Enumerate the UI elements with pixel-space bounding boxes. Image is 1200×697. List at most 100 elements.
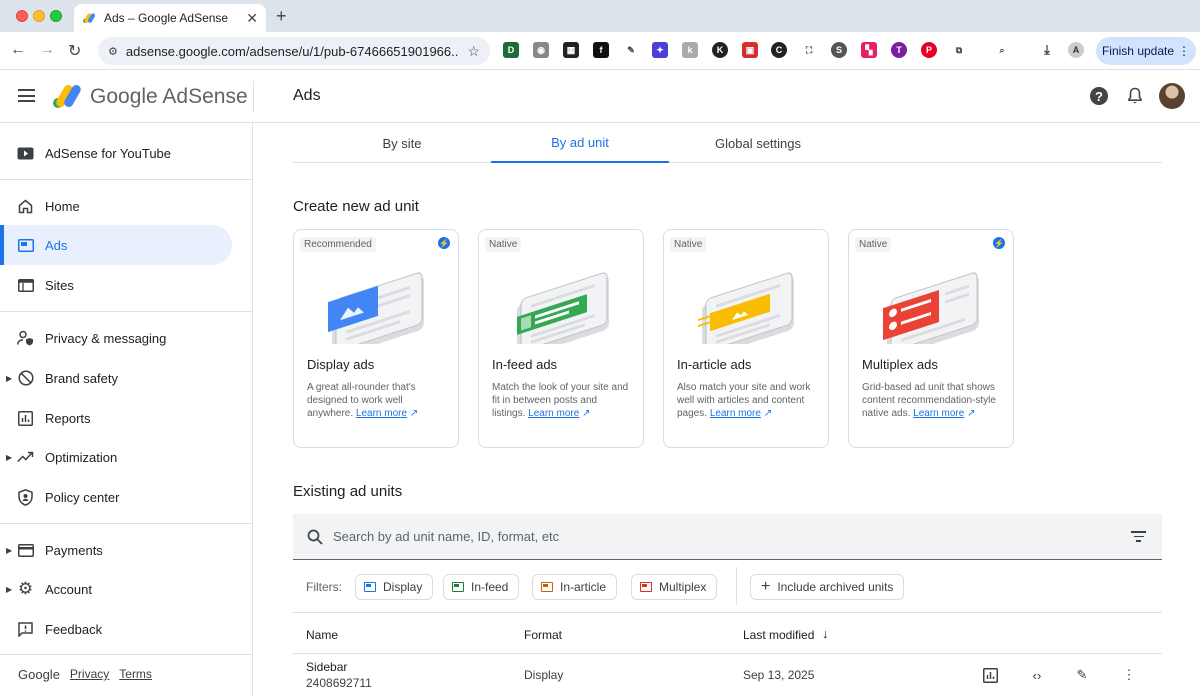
display-ads-card[interactable]: Recommended ⚡ Display ads A great all-ro…: [293, 229, 459, 448]
profile-icon[interactable]: A: [1068, 42, 1084, 58]
learn-more-link[interactable]: Learn more: [356, 408, 407, 419]
finish-update-button[interactable]: Finish update ⋮: [1096, 37, 1196, 65]
screenshot-extension-icon[interactable]: ⛶: [801, 42, 817, 58]
column-header-name[interactable]: Name: [306, 628, 338, 642]
adsense-logo-icon[interactable]: [52, 83, 82, 109]
edit-pencil-icon[interactable]: ✎: [1074, 667, 1090, 683]
column-header-format[interactable]: Format: [524, 628, 562, 642]
in-article-ads-card[interactable]: Native In-article ads Also match your si…: [663, 229, 829, 448]
extensions-puzzle-icon[interactable]: ⧉: [951, 42, 967, 58]
brand-name[interactable]: Google AdSense: [90, 85, 248, 109]
search-tabs-icon[interactable]: ⌕: [994, 42, 1010, 58]
more-actions-icon[interactable]: ⋮: [1121, 667, 1137, 683]
filter-chip-in-article[interactable]: In-article: [532, 574, 618, 600]
in-article-format-icon: [541, 582, 553, 592]
filter-chip-in-feed[interactable]: In-feed: [443, 574, 520, 600]
multiplex-ads-card[interactable]: Native ⚡ Multiplex ads Grid-based ad uni…: [848, 229, 1014, 448]
sidebar-item-home[interactable]: Home: [0, 186, 232, 226]
get-code-icon[interactable]: ‹›: [1028, 667, 1046, 683]
filter-chip-multiplex[interactable]: Multiplex: [631, 574, 718, 600]
filter-chip-display[interactable]: Display: [355, 574, 434, 600]
extension-c-icon[interactable]: C: [771, 42, 787, 58]
learn-more-link[interactable]: Learn more: [710, 408, 761, 419]
column-header-last-modified[interactable]: Last modified: [743, 628, 814, 642]
extension-gray-icon[interactable]: k: [682, 42, 698, 58]
extension-s-icon[interactable]: S: [831, 42, 847, 58]
expand-caret-icon[interactable]: ▶: [6, 453, 12, 462]
sidebar-item-feedback[interactable]: Feedback: [0, 609, 232, 649]
youtube-icon: [17, 145, 34, 162]
pinterest-icon[interactable]: P: [921, 42, 937, 58]
close-tab-icon[interactable]: ✕: [246, 10, 258, 27]
footer-google: Google: [18, 667, 60, 682]
download-icon[interactable]: ⤓: [1039, 42, 1055, 58]
chip-label: In-feed: [471, 580, 509, 594]
sidebar-item-payments[interactable]: ▶ Payments: [0, 530, 232, 570]
table-row[interactable]: Sidebar 2408692711 Display Sep 13, 2025 …: [293, 655, 1162, 697]
extension-dis-icon[interactable]: D: [503, 42, 519, 58]
sidebar-item-policy-center[interactable]: Policy center: [0, 477, 232, 517]
card-description: A great all-rounder that's designed to w…: [307, 381, 447, 420]
extension-color-icon[interactable]: ▚: [861, 42, 877, 58]
sidebar-item-sites[interactable]: Sites: [0, 265, 232, 305]
sidebar-item-label: Optimization: [45, 449, 118, 465]
tab-by-site[interactable]: By site: [313, 123, 491, 163]
report-chart-icon[interactable]: [982, 667, 998, 683]
address-bar[interactable]: ⚙ adsense.google.com/adsense/u/1/pub-674…: [98, 37, 490, 65]
new-tab-icon[interactable]: +: [276, 6, 287, 27]
tab-by-ad-unit[interactable]: By ad unit: [491, 123, 669, 163]
extension-f-icon[interactable]: f: [593, 42, 609, 58]
main-menu-icon[interactable]: [18, 89, 35, 102]
sidebar-item-account[interactable]: ▶ ⚙ Account: [0, 569, 232, 609]
learn-more-link[interactable]: Learn more: [528, 408, 579, 419]
chip-label: In-article: [560, 580, 607, 594]
footer-terms-link[interactable]: Terms: [119, 667, 152, 682]
learn-more-link[interactable]: Learn more: [913, 408, 964, 419]
footer-privacy-link[interactable]: Privacy: [70, 667, 109, 682]
window-close-button[interactable]: [16, 10, 28, 22]
sidebar-divider: [0, 179, 252, 180]
tab-global-settings[interactable]: Global settings: [669, 123, 847, 163]
grid-extension-icon[interactable]: ▦: [563, 42, 579, 58]
address-bar-url[interactable]: adsense.google.com/adsense/u/1/pub-67466…: [126, 44, 460, 59]
window-zoom-button[interactable]: [50, 10, 62, 22]
filters-row: Filters: Display In-feed In-article Mult…: [293, 561, 1162, 613]
site-info-icon[interactable]: ⚙: [108, 45, 118, 58]
sort-arrow-down-icon[interactable]: ↓: [822, 626, 829, 641]
extension-red-icon[interactable]: ▣: [742, 42, 758, 58]
expand-caret-icon[interactable]: ▶: [6, 374, 12, 383]
pen-extension-icon[interactable]: ✎: [623, 42, 639, 58]
sidebar-item-reports[interactable]: Reports: [0, 398, 232, 438]
help-icon[interactable]: ?: [1090, 87, 1108, 105]
sidebar-item-brand-safety[interactable]: ▶ Brand safety: [0, 358, 232, 398]
expand-caret-icon[interactable]: ▶: [6, 546, 12, 555]
card-badge: Native: [670, 237, 707, 252]
reload-icon[interactable]: ↻: [68, 41, 81, 61]
ad-unit-name[interactable]: Sidebar: [306, 660, 347, 674]
ad-unit-search-bar[interactable]: Search by ad unit name, ID, format, etc: [293, 514, 1162, 560]
account-avatar[interactable]: [1159, 83, 1185, 109]
include-archived-chip[interactable]: + Include archived units: [750, 574, 905, 600]
sidebar-item-privacy-messaging[interactable]: Privacy & messaging: [0, 318, 232, 358]
notifications-bell-icon[interactable]: [1127, 87, 1143, 105]
search-input[interactable]: Search by ad unit name, ID, format, etc: [333, 529, 559, 544]
sidebar-item-label: Privacy & messaging: [45, 330, 167, 346]
in-feed-ads-card[interactable]: Native In-feed ads Match the look of you…: [478, 229, 644, 448]
sidebar-item-ads[interactable]: Ads: [0, 225, 232, 265]
extension-purple-icon[interactable]: ✦: [652, 42, 668, 58]
camera-extension-icon[interactable]: ◉: [533, 42, 549, 58]
back-icon[interactable]: ←: [10, 41, 26, 59]
browser-tab[interactable]: Ads – Google AdSense ✕: [74, 4, 266, 32]
window-minimize-button[interactable]: [33, 10, 45, 22]
sidebar-item-optimization[interactable]: ▶ Optimization: [0, 437, 232, 477]
sidebar-item-adsense-youtube[interactable]: AdSense for YouTube: [0, 133, 232, 173]
sidebar-item-label: Feedback: [45, 621, 103, 637]
extension-k-icon[interactable]: K: [712, 42, 728, 58]
external-link-icon: ↗: [409, 408, 419, 419]
filter-list-icon[interactable]: [1131, 531, 1146, 543]
expand-caret-icon[interactable]: ▶: [6, 585, 12, 594]
extension-t-icon[interactable]: T: [891, 42, 907, 58]
browser-toolbar: ← → ↻ ⚙ adsense.google.com/adsense/u/1/p…: [0, 32, 1200, 70]
forward-icon[interactable]: →: [39, 41, 55, 59]
bookmark-star-icon[interactable]: ☆: [467, 43, 480, 60]
